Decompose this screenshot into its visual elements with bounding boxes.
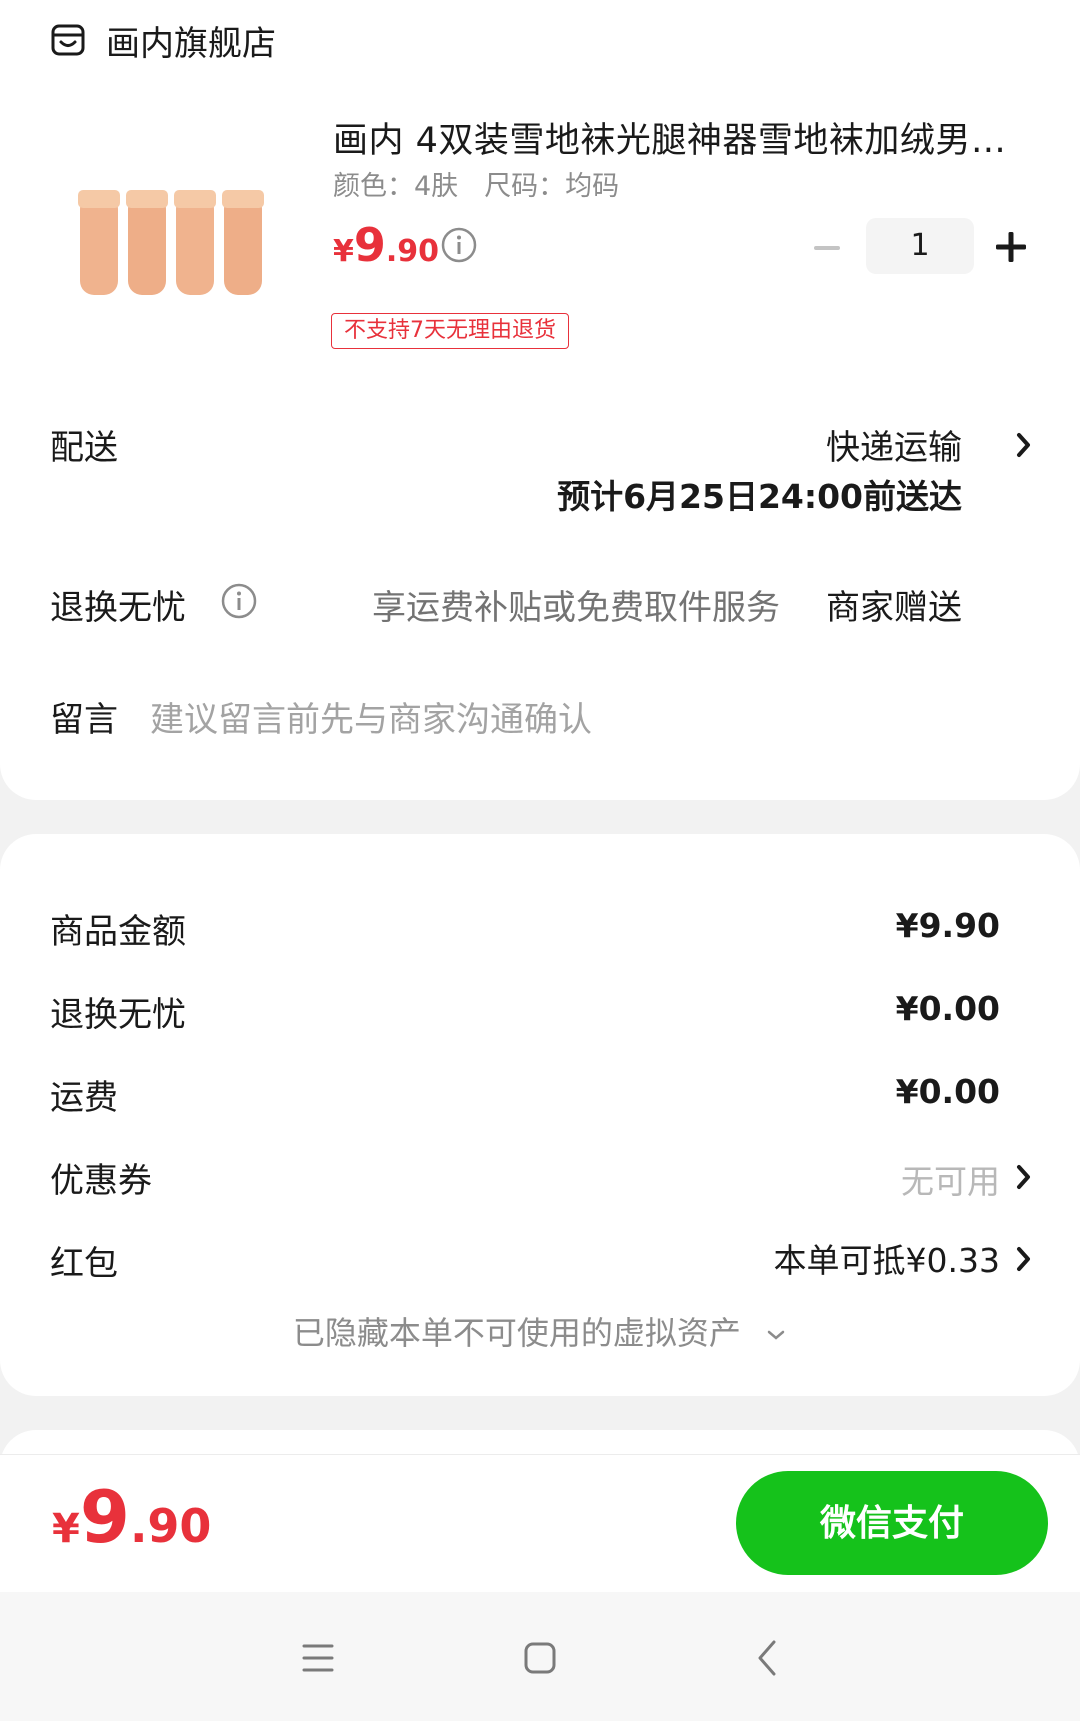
wechat-pay-button[interactable]: 微信支付 bbox=[736, 1471, 1048, 1575]
home-icon[interactable] bbox=[510, 1628, 570, 1688]
total-price: ¥ 9 .90 bbox=[52, 1475, 211, 1559]
store-header[interactable]: 画内旗舰店 bbox=[50, 12, 276, 68]
message-input[interactable]: 建议留言前先与商家沟通确认 bbox=[150, 692, 592, 741]
delivery-eta: 预计6月25日24:00前送达 bbox=[557, 477, 962, 516]
price-info-icon[interactable] bbox=[440, 226, 478, 264]
summary-value-shipping: ¥0.00 bbox=[895, 1072, 1000, 1111]
price-currency: ¥ bbox=[333, 234, 354, 269]
chevron-down-icon bbox=[767, 1330, 785, 1340]
system-nav-bar bbox=[0, 1592, 1080, 1721]
store-name: 画内旗舰店 bbox=[106, 23, 276, 64]
store-icon bbox=[51, 24, 85, 56]
menu-icon[interactable] bbox=[288, 1628, 348, 1688]
return-info-icon[interactable] bbox=[220, 582, 258, 620]
message-label: 留言 bbox=[50, 700, 118, 740]
summary-label-shipping: 运费 bbox=[50, 1078, 118, 1118]
return-worry-free-label: 退换无忧 bbox=[50, 588, 186, 628]
summary-value-redpacket[interactable]: 本单可抵¥0.33 bbox=[774, 1234, 1000, 1282]
summary-value-return: ¥0.00 bbox=[895, 989, 1000, 1028]
product-title[interactable]: 画内 4双装雪地袜光腿神器雪地袜加绒男… bbox=[333, 112, 1013, 163]
pay-bar: ¥ 9 .90 微信支付 bbox=[0, 1454, 1080, 1592]
return-worry-free-value: 商家赠送 bbox=[826, 588, 962, 628]
coupon-chevron-right-icon[interactable] bbox=[1014, 1162, 1034, 1192]
price-summary-card: 商品金额 ¥9.90 退换无忧 ¥0.00 运费 ¥0.00 优惠券 无可用 红… bbox=[0, 834, 1080, 1396]
quantity-increase-button[interactable] bbox=[994, 230, 1028, 264]
product-price: ¥ 9 .90 bbox=[333, 218, 439, 272]
product-thumbnail[interactable] bbox=[70, 150, 280, 360]
product-size: 尺码：均码 bbox=[484, 171, 620, 202]
total-integer: 9 bbox=[79, 1475, 130, 1559]
order-confirm-page: 画内旗舰店 画内 4双装雪地袜光腿神器雪地袜加绒男… 颜色：4肤 尺码：均码 ¥ … bbox=[0, 0, 1080, 1721]
summary-value-coupon[interactable]: 无可用 bbox=[901, 1155, 1000, 1203]
hidden-assets-toggle[interactable]: 已隐藏本单不可使用的虚拟资产 bbox=[0, 1308, 1080, 1354]
summary-label-goods: 商品金额 bbox=[50, 912, 186, 952]
no-return-tag: 不支持7天无理由退货 bbox=[331, 313, 569, 349]
summary-label-coupon: 优惠券 bbox=[50, 1161, 152, 1201]
return-worry-free-desc: 享运费补贴或免费取件服务 bbox=[372, 588, 780, 628]
delivery-label: 配送 bbox=[50, 428, 118, 468]
delivery-method[interactable]: 快递运输 bbox=[826, 420, 962, 469]
price-integer: 9 bbox=[353, 218, 386, 272]
order-card: 画内旗舰店 画内 4双装雪地袜光腿神器雪地袜加绒男… 颜色：4肤 尺码：均码 ¥ … bbox=[0, 0, 1080, 800]
redpacket-chevron-right-icon[interactable] bbox=[1014, 1244, 1034, 1274]
price-decimal: .90 bbox=[385, 234, 440, 269]
total-currency: ¥ bbox=[52, 1506, 80, 1552]
back-icon[interactable] bbox=[738, 1628, 798, 1688]
hidden-assets-note: 已隐藏本单不可使用的虚拟资产 bbox=[292, 1314, 741, 1352]
summary-value-goods: ¥9.90 bbox=[895, 906, 1000, 945]
quantity-value[interactable]: 1 bbox=[866, 218, 974, 274]
summary-label-redpacket: 红包 bbox=[50, 1244, 118, 1284]
delivery-chevron-right-icon[interactable] bbox=[1014, 430, 1034, 460]
product-color: 颜色：4肤 bbox=[333, 171, 459, 202]
summary-label-return: 退换无忧 bbox=[50, 995, 186, 1035]
total-decimal: .90 bbox=[129, 1499, 212, 1553]
product-spec[interactable]: 颜色：4肤 尺码：均码 bbox=[333, 164, 619, 203]
quantity-decrease-button[interactable] bbox=[812, 234, 842, 262]
